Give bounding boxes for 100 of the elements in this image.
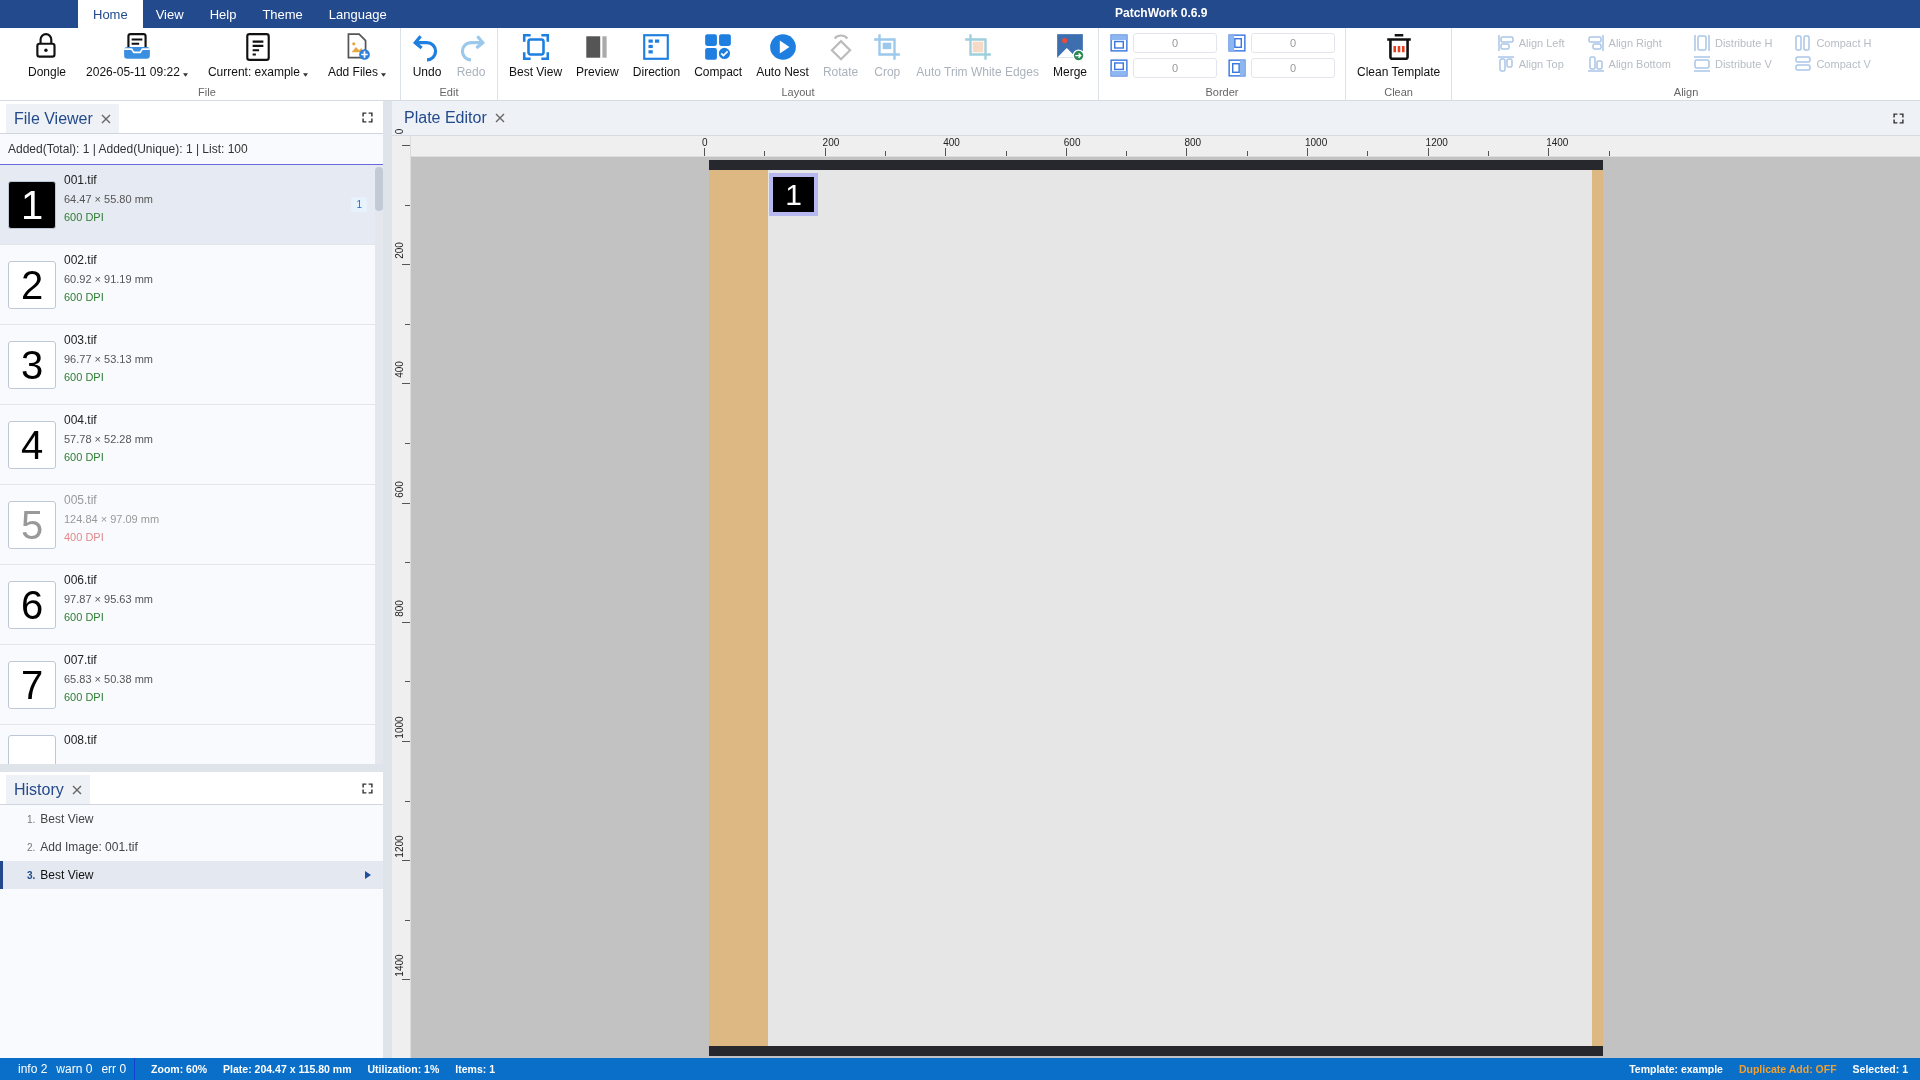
file-item[interactable]: 4 004.tif 57.78 × 52.28 mm 600 DPI xyxy=(0,405,375,485)
group-label: File xyxy=(198,86,216,100)
maximize-icon[interactable] xyxy=(362,782,373,794)
file-dpi: 600 DPI xyxy=(64,291,105,303)
ruler-label: 1400 xyxy=(1546,137,1569,148)
ruler-label: 200 xyxy=(822,137,840,148)
toolbar-button[interactable]: Current: example xyxy=(197,28,318,79)
panel-tab[interactable]: File Viewer xyxy=(6,104,119,133)
canvas[interactable]: 1 xyxy=(411,157,1920,1058)
frame-icon xyxy=(520,32,551,62)
toolbar-button[interactable]: Best View xyxy=(501,28,570,79)
ruler-label: 1400 xyxy=(393,953,405,979)
file-name: 003.tif xyxy=(64,333,98,347)
step-label: Best View xyxy=(40,868,94,882)
window-title: PatchWork 0.6.9 xyxy=(1115,6,1208,20)
menu-tab[interactable]: Theme xyxy=(249,0,316,28)
group-label: Border xyxy=(1205,86,1239,100)
toolbar-button[interactable]: Clean Template xyxy=(1350,28,1448,79)
border-top-icon xyxy=(1109,33,1129,53)
step-label: Add Image: 001.tif xyxy=(40,840,138,854)
log-count[interactable]: err 0 xyxy=(101,1062,127,1076)
file-item[interactable]: 2 002.tif 60.92 × 91.19 mm 600 DPI xyxy=(0,245,375,325)
file-dpi: 400 DPI xyxy=(64,531,105,543)
border-right-icon xyxy=(1227,58,1247,78)
panel-tab[interactable]: Plate Editor xyxy=(404,109,505,127)
distribute-vertical-icon xyxy=(1692,55,1711,73)
file-size: 57.78 × 52.28 mm xyxy=(64,433,153,445)
file-name: 005.tif xyxy=(64,493,98,507)
step-number: 2. xyxy=(27,841,36,853)
menu-tab[interactable]: Home xyxy=(78,0,143,28)
toolbar-button[interactable]: 2026-05-11 09:22 xyxy=(76,28,198,79)
step-number: 1. xyxy=(27,813,36,825)
file-name: 006.tif xyxy=(64,573,98,587)
maximize-icon[interactable] xyxy=(1893,112,1904,124)
file-size: 97.87 × 95.63 mm xyxy=(64,593,153,605)
status-text: Plate: 204.47 x 115.80 mm xyxy=(223,1063,352,1075)
file-name: 001.tif xyxy=(64,173,98,187)
align-left-icon xyxy=(1496,34,1515,52)
file-size: 96.77 × 53.13 mm xyxy=(64,353,153,365)
file-thumbnail: 6 xyxy=(8,580,56,629)
toolbar-button[interactable]: Direction xyxy=(625,28,688,79)
file-thumbnail: 1 xyxy=(8,180,56,229)
file-dpi: 600 DPI xyxy=(64,451,105,463)
border-bottom-icon xyxy=(1109,58,1129,78)
panel-title: File Viewer xyxy=(14,109,93,128)
tiles-check-icon xyxy=(703,32,734,62)
ruler-label: 600 xyxy=(393,479,405,500)
toolbar-button[interactable]: Compact xyxy=(687,28,750,79)
file-item[interactable]: 7 007.tif 65.83 × 50.38 mm 600 DPI xyxy=(0,645,375,725)
file-item[interactable]: 1 001.tif 64.47 × 55.80 mm 600 DPI 1 xyxy=(0,165,375,245)
file-size: 64.47 × 55.80 mm xyxy=(64,193,153,205)
file-item[interactable]: 3 003.tif 96.77 × 53.13 mm 600 DPI xyxy=(0,325,375,405)
file-thumbnail: 2 xyxy=(8,260,56,309)
ruler-label: 600 xyxy=(1063,137,1081,148)
ruler-label: 400 xyxy=(393,360,405,381)
status-text: Duplicate Add: OFF xyxy=(1738,1063,1837,1075)
border-left-icon xyxy=(1227,33,1247,53)
menu-tab[interactable]: View xyxy=(142,0,197,28)
file-name: 004.tif xyxy=(64,413,98,427)
ruler-label: 0 xyxy=(702,137,708,148)
status-text: Zoom: 60% xyxy=(151,1063,208,1075)
close-icon[interactable] xyxy=(100,113,111,124)
toolbar-button[interactable]: Dongle xyxy=(18,28,77,79)
align-bottom-icon xyxy=(1586,55,1605,73)
trim-icon xyxy=(962,32,993,62)
image-arrow-icon xyxy=(1054,32,1085,62)
distribute-horizontal-icon xyxy=(1692,34,1711,52)
toolbar-button[interactable]: Add Files xyxy=(317,28,396,79)
placed-image[interactable]: 1 xyxy=(769,173,818,216)
toolbar-button[interactable]: Merge xyxy=(1045,28,1094,79)
toolbar-button[interactable]: Auto Nest xyxy=(749,28,816,79)
maximize-icon[interactable] xyxy=(362,111,373,123)
group-label: Layout xyxy=(781,86,815,100)
panel-tab[interactable]: History xyxy=(6,775,90,804)
history-step[interactable]: 1. Best View xyxy=(0,805,383,833)
file-dpi: 600 DPI xyxy=(64,611,105,623)
file-thumbnail: 4 xyxy=(8,420,56,469)
file-name: 002.tif xyxy=(64,253,98,267)
status-text: Selected: 1 xyxy=(1852,1063,1908,1075)
file-size: 124.84 × 97.09 mm xyxy=(64,513,160,525)
scrollbar[interactable] xyxy=(375,165,383,764)
menu-tab[interactable]: Language xyxy=(315,0,400,28)
ruler-label: 400 xyxy=(943,137,960,148)
toolbar-button[interactable]: Undo xyxy=(404,28,449,79)
close-icon[interactable] xyxy=(71,784,82,795)
step-label: Best View xyxy=(40,812,94,826)
file-item[interactable]: 6 006.tif 97.87 × 95.63 mm 600 DPI xyxy=(0,565,375,645)
menu-tab[interactable]: Help xyxy=(196,0,250,28)
history-step[interactable]: 2. Add Image: 001.tif xyxy=(0,833,383,861)
log-count[interactable]: info 2 xyxy=(18,1062,48,1076)
file-thumbnail: 7 xyxy=(8,660,56,709)
status-text: Utilization: 1% xyxy=(367,1063,440,1075)
compact-vertical-icon xyxy=(1794,55,1813,73)
close-icon[interactable] xyxy=(494,113,505,123)
log-count[interactable]: warn 0 xyxy=(56,1062,93,1076)
file-thumbnail: 3 xyxy=(8,340,56,389)
status-text: Items: 1 xyxy=(455,1063,495,1075)
ruler-label: 1200 xyxy=(393,834,405,860)
history-step[interactable]: 3. Best View xyxy=(0,861,383,889)
toolbar-button[interactable]: Preview xyxy=(569,28,626,79)
